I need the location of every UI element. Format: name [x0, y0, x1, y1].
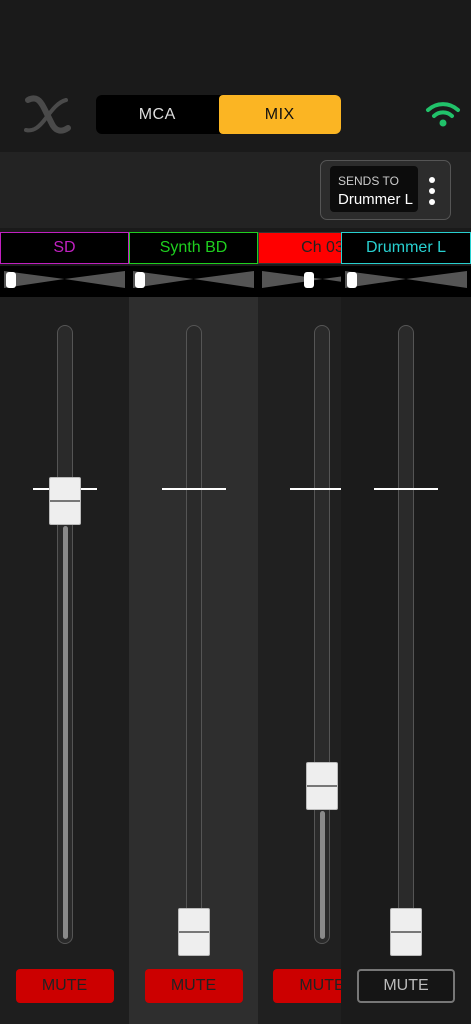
pan-shape — [133, 271, 254, 288]
pan-knob[interactable] — [304, 272, 314, 288]
sends-to-display: SENDS TO Drummer L — [330, 166, 418, 212]
fader-area: MUTE — [258, 297, 341, 1024]
pan-shape — [262, 271, 341, 288]
pan-shape — [4, 271, 125, 288]
fader-cap[interactable] — [306, 762, 338, 811]
mute-button[interactable]: MUTE — [15, 969, 114, 1003]
sends-to-selector[interactable]: SENDS TO Drummer L — [320, 160, 451, 220]
pan-slider[interactable] — [341, 266, 471, 297]
fader-track[interactable] — [185, 325, 202, 944]
fader-level-fill — [320, 811, 325, 939]
pan-knob[interactable] — [6, 272, 16, 288]
pan-slider[interactable] — [0, 266, 129, 297]
fader-track[interactable] — [398, 325, 414, 944]
mute-button[interactable]: MUTE — [273, 969, 341, 1003]
unity-gain-mark — [374, 488, 438, 490]
fader-area: MUTE — [129, 297, 258, 1024]
wifi-icon — [426, 102, 460, 127]
fader-area: MUTE — [341, 297, 471, 1024]
pan-knob[interactable] — [347, 272, 357, 288]
more-options-icon[interactable] — [429, 177, 437, 207]
mute-button[interactable]: MUTE — [144, 969, 243, 1003]
channel-name[interactable]: Synth BD — [129, 232, 258, 264]
tab-mix[interactable]: MIX — [218, 95, 341, 134]
mute-button[interactable]: MUTE — [357, 969, 455, 1003]
channel-strip: SD MUTE — [0, 228, 129, 1024]
pan-shape — [345, 271, 467, 288]
fader-cap[interactable] — [177, 908, 210, 956]
channel-name[interactable]: Drummer L — [341, 232, 471, 264]
channel-strip: Drummer L MUTE — [341, 228, 471, 1024]
mode-segmented-control: MCA MIX — [96, 95, 341, 134]
channel-name[interactable]: SD — [0, 232, 129, 264]
pan-slider[interactable] — [129, 266, 258, 297]
fader-cap[interactable] — [390, 908, 422, 956]
channel-name[interactable]: Ch 03 — [258, 232, 341, 264]
fader-area: MUTE — [0, 297, 129, 1024]
app-logo-icon — [24, 95, 71, 134]
fader-track[interactable] — [56, 325, 73, 944]
unity-gain-mark — [161, 488, 226, 490]
sends-to-value: Drummer L — [338, 191, 414, 208]
pan-slider[interactable] — [258, 266, 341, 297]
fader-track[interactable] — [314, 325, 330, 944]
sends-to-label: SENDS TO — [338, 174, 399, 188]
channel-strip: Ch 03 MUTE — [258, 228, 341, 1024]
channel-strip: Synth BD MUTE — [129, 228, 258, 1024]
fader-level-fill — [62, 525, 68, 939]
unity-gain-mark — [290, 488, 341, 490]
fader-cap[interactable] — [48, 476, 81, 525]
top-bar: MCA MIX — [0, 0, 471, 152]
tab-mca[interactable]: MCA — [96, 95, 219, 134]
pan-knob[interactable] — [135, 272, 145, 288]
